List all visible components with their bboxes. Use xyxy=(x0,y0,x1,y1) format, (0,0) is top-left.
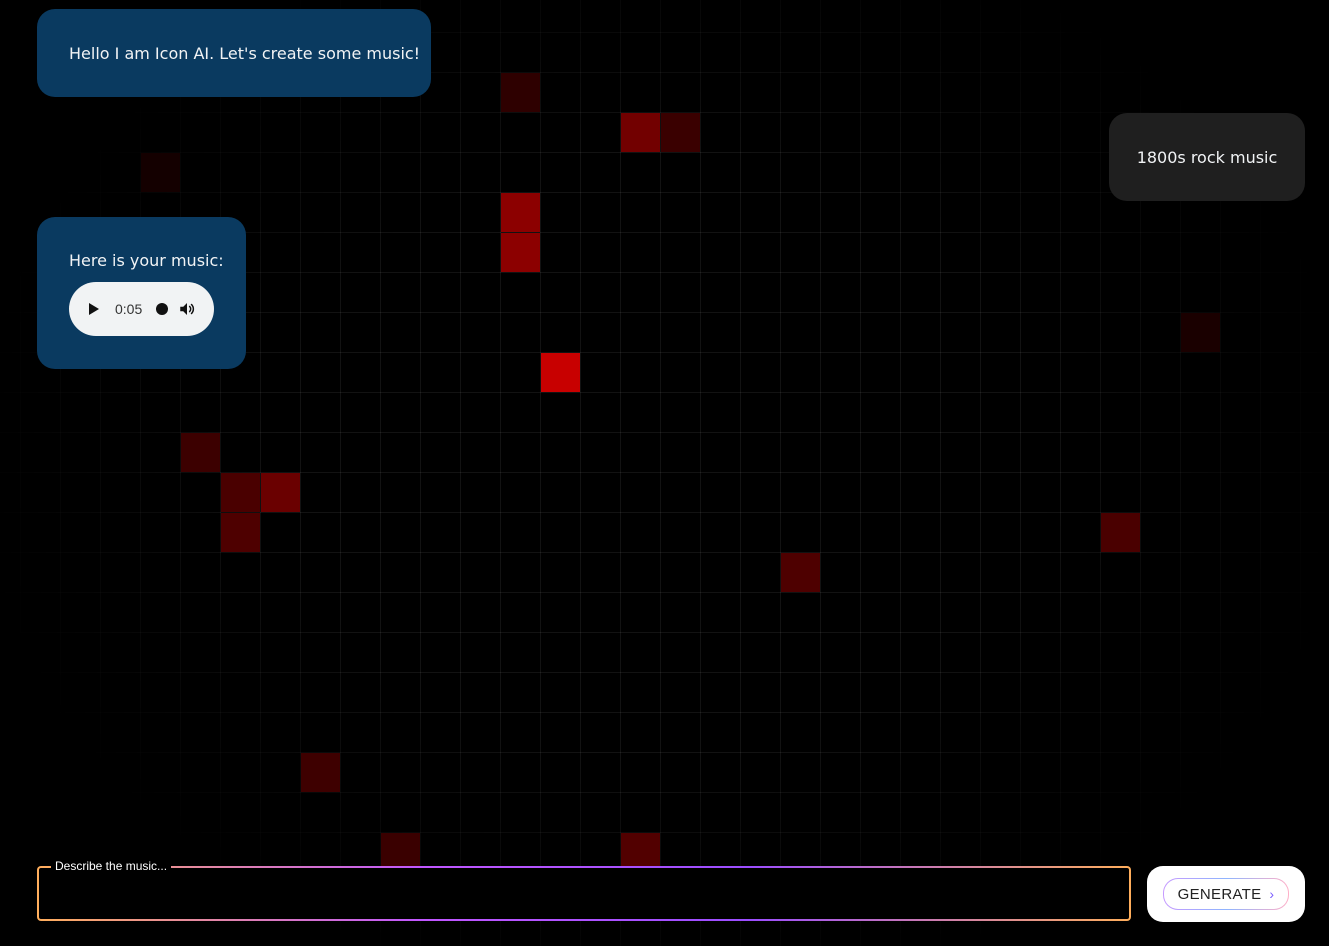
grid-cell-lit xyxy=(141,153,180,192)
generate-button-container: GENERATE › xyxy=(1147,866,1305,922)
grid-cell-lit xyxy=(501,233,540,272)
bot-message-music: Here is your music: 0:05 xyxy=(37,217,246,369)
grid-cell-lit xyxy=(301,753,340,792)
grid-cell-lit xyxy=(501,193,540,232)
seek-handle[interactable] xyxy=(156,303,169,315)
music-response-label: Here is your music: xyxy=(69,251,224,270)
grid-cell-lit xyxy=(661,113,700,152)
generate-button-label: GENERATE xyxy=(1177,885,1262,903)
grid-cell-lit xyxy=(261,473,300,512)
audio-player[interactable]: 0:05 xyxy=(69,282,214,336)
user-message: 1800s rock music xyxy=(1109,113,1305,201)
grid-cell-lit xyxy=(221,473,260,512)
music-prompt-input[interactable] xyxy=(39,868,1129,919)
generate-button[interactable]: GENERATE › xyxy=(1163,878,1290,910)
bot-message-greeting: Hello I am Icon AI. Let's create some mu… xyxy=(37,9,431,97)
grid-cell-lit xyxy=(781,553,820,592)
grid-cell-lit xyxy=(181,433,220,472)
grid-cell-lit xyxy=(221,513,260,552)
grid-cell-lit xyxy=(1181,313,1220,352)
greeting-text: Hello I am Icon AI. Let's create some mu… xyxy=(69,43,421,63)
music-prompt-label: Describe the music... xyxy=(51,859,172,873)
user-message-text: 1800s rock music xyxy=(1136,147,1278,167)
music-prompt-field[interactable]: Describe the music... xyxy=(37,859,1131,921)
audio-time: 0:05 xyxy=(115,301,143,317)
grid-cell-lit xyxy=(621,113,660,152)
grid-cell-lit xyxy=(1101,513,1140,552)
chevron-right-icon: › xyxy=(1269,886,1275,902)
play-icon[interactable] xyxy=(89,303,99,315)
volume-icon[interactable] xyxy=(178,300,196,318)
grid-cell-lit xyxy=(501,73,540,112)
grid-cell-lit xyxy=(541,353,580,392)
